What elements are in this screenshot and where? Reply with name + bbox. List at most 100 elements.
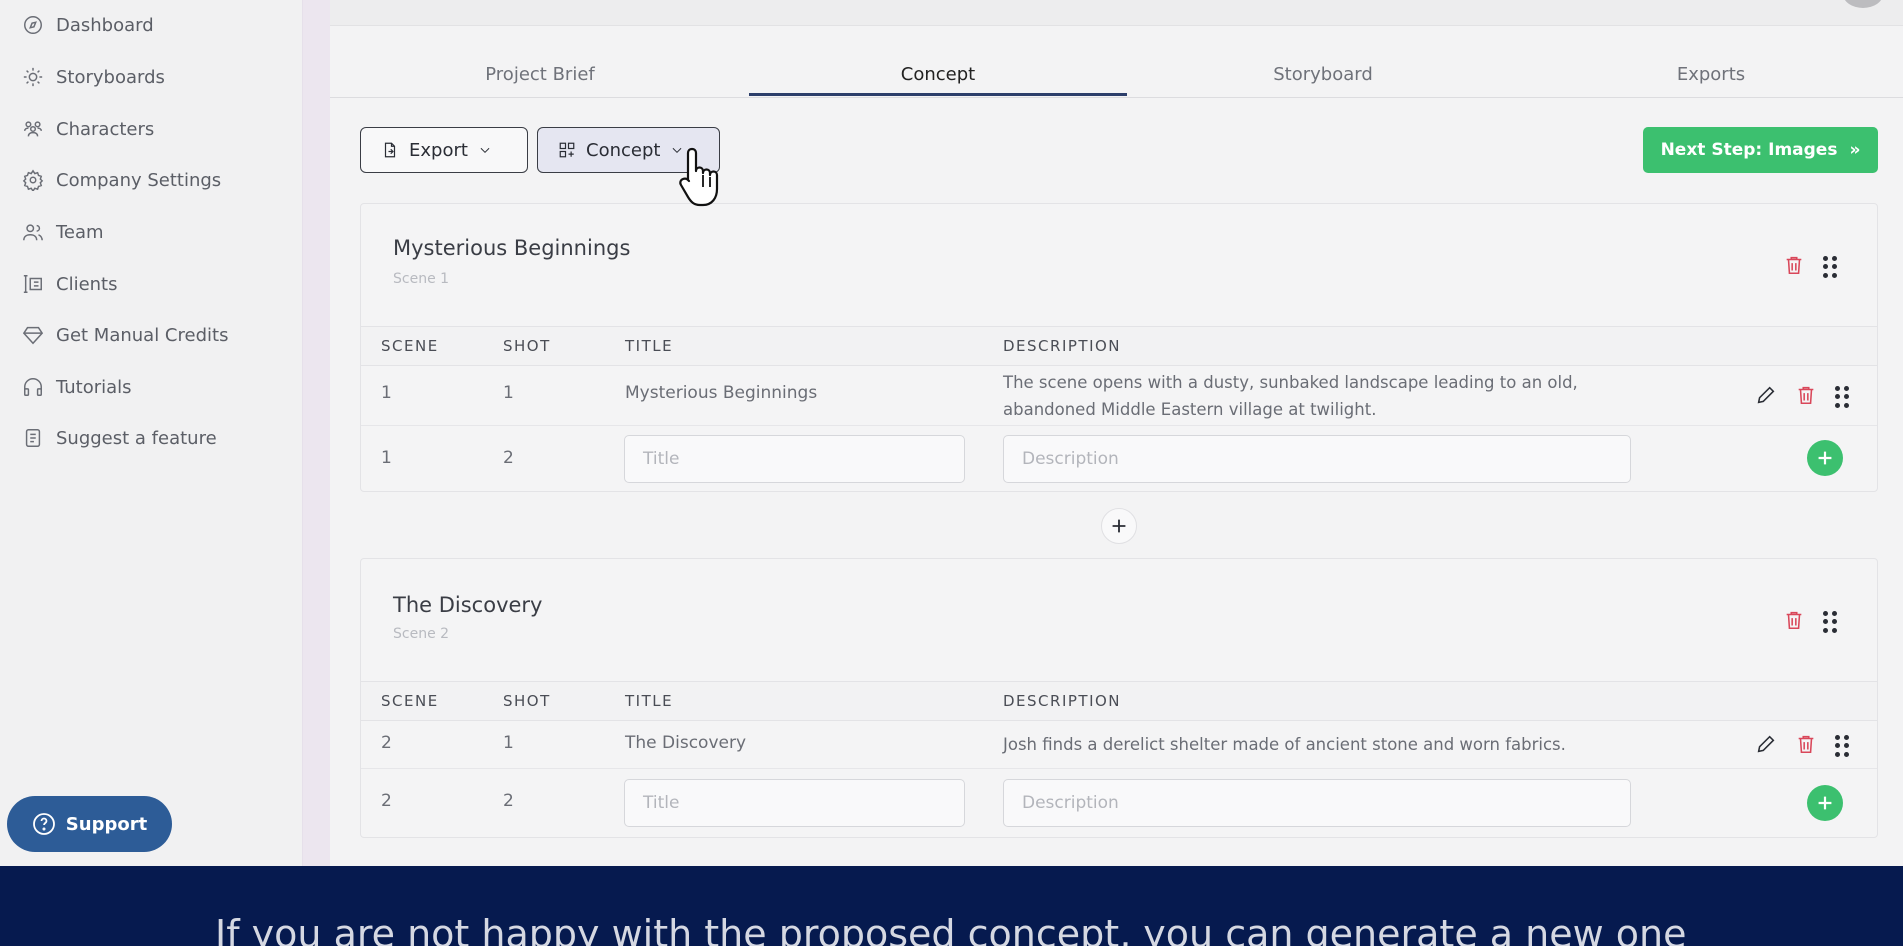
file-export-icon xyxy=(384,142,396,158)
export-dropdown-button[interactable]: Export xyxy=(360,127,528,173)
headphones-icon xyxy=(24,378,42,396)
export-label: Export xyxy=(409,139,468,161)
support-label: Support xyxy=(65,813,148,835)
cell-scene: 1 xyxy=(381,448,392,468)
team-icon xyxy=(23,224,43,241)
column-header-title: TITLE xyxy=(625,692,674,710)
cell-shot: 2 xyxy=(503,791,514,811)
pencil-icon[interactable] xyxy=(1755,733,1777,759)
row-actions xyxy=(1755,384,1849,410)
top-bar xyxy=(330,0,1903,26)
cell-scene: 2 xyxy=(381,733,392,753)
help-circle-icon xyxy=(32,813,55,835)
sun-icon xyxy=(23,67,43,87)
column-header-description: DESCRIPTION xyxy=(1003,692,1122,710)
trash-icon[interactable] xyxy=(1795,384,1817,410)
sidebar-item-dashboard[interactable]: Dashboard xyxy=(22,9,154,41)
scene-subtitle: Scene 1 xyxy=(393,271,450,287)
drag-handle-icon[interactable] xyxy=(1823,611,1837,633)
sidebar-item-storyboards[interactable]: Storyboards xyxy=(22,61,165,93)
scene-actions xyxy=(1783,609,1837,635)
document-icon xyxy=(25,429,41,447)
support-button[interactable]: Support xyxy=(7,796,172,852)
add-scene-button[interactable] xyxy=(1101,508,1137,544)
cell-shot: 1 xyxy=(503,733,514,753)
scene-subtitle: Scene 2 xyxy=(393,626,450,642)
pencil-icon[interactable] xyxy=(1755,384,1777,410)
new-shot-row: 1 2 Title Description xyxy=(361,426,1877,492)
column-header-shot: SHOT xyxy=(503,692,551,710)
column-header-shot: SHOT xyxy=(503,337,551,355)
sidebar-item-label: Company Settings xyxy=(56,169,222,191)
table-row: 1 1 Mysterious Beginnings The scene open… xyxy=(361,366,1877,426)
plus-icon xyxy=(1818,796,1832,810)
compass-icon xyxy=(24,16,42,34)
title-input[interactable]: Title xyxy=(624,779,965,827)
table-row: 2 1 The Discovery Josh finds a derelict … xyxy=(361,721,1877,769)
drag-handle-icon[interactable] xyxy=(1835,386,1849,408)
drag-handle-icon[interactable] xyxy=(1823,256,1837,278)
gear-icon xyxy=(22,169,44,191)
trash-icon[interactable] xyxy=(1783,609,1805,635)
sidebar-item-label: Team xyxy=(56,221,104,243)
tab-storyboard[interactable]: Storyboard xyxy=(1127,64,1519,85)
sidebar-item-label: Storyboards xyxy=(56,66,165,88)
chevron-down-icon xyxy=(480,147,490,153)
caption-text: If you are not happy with the proposed c… xyxy=(215,912,1687,946)
column-header-scene: SCENE xyxy=(381,692,439,710)
add-shot-button[interactable] xyxy=(1807,785,1843,821)
cell-shot: 2 xyxy=(503,448,514,468)
table-header: SCENE SHOT TITLE DESCRIPTION xyxy=(361,326,1877,366)
cell-title: Mysterious Beginnings xyxy=(625,383,818,403)
concept-label: Concept xyxy=(586,139,661,161)
users-icon xyxy=(24,121,42,137)
sidebar-item-label: Characters xyxy=(56,118,155,140)
plus-icon xyxy=(1818,451,1832,465)
title-input[interactable]: Title xyxy=(624,435,965,483)
scene-card: The Discovery Scene 2 SCENE SHOT TITLE D… xyxy=(360,558,1878,838)
tab-exports[interactable]: Exports xyxy=(1519,64,1903,85)
scene-card: Mysterious Beginnings Scene 1 SCENE SHOT… xyxy=(360,203,1878,492)
scene-title: The Discovery xyxy=(393,593,543,617)
next-step-label: Next Step: Images xyxy=(1660,140,1838,160)
cell-scene: 1 xyxy=(381,383,392,403)
sidebar-item-label: Suggest a feature xyxy=(56,427,217,449)
grid-icon xyxy=(559,142,575,158)
avatar[interactable] xyxy=(1843,0,1883,8)
cell-title: The Discovery xyxy=(625,733,747,753)
description-input[interactable]: Description xyxy=(1003,779,1631,827)
cell-scene: 2 xyxy=(381,791,392,811)
double-chevron-right-icon: » xyxy=(1849,140,1861,160)
sidebar-item-get-manual-credits[interactable]: Get Manual Credits xyxy=(22,319,228,351)
cell-description: Josh finds a derelict shelter made of an… xyxy=(1003,735,1566,754)
sidebar-item-label: Tutorials xyxy=(56,376,132,398)
active-tab-indicator xyxy=(749,93,1127,96)
trash-icon[interactable] xyxy=(1783,254,1805,280)
drag-handle-icon[interactable] xyxy=(1835,735,1849,757)
column-header-title: TITLE xyxy=(625,337,674,355)
tab-concept[interactable]: Concept xyxy=(749,64,1127,85)
row-actions xyxy=(1755,733,1849,759)
trash-icon[interactable] xyxy=(1795,733,1817,759)
next-step-images-button[interactable]: Next Step: Images » xyxy=(1643,127,1878,173)
sidebar-item-team[interactable]: Team xyxy=(22,216,104,248)
caption-bar: If you are not happy with the proposed c… xyxy=(0,866,1903,946)
scene-title: Mysterious Beginnings xyxy=(393,236,631,260)
hand-pointer-cursor-icon xyxy=(679,147,719,207)
plus-icon xyxy=(1112,519,1126,533)
column-header-description: DESCRIPTION xyxy=(1003,337,1122,355)
sidebar-item-characters[interactable]: Characters xyxy=(22,113,154,145)
sidebar: Dashboard Storyboards Characters Company… xyxy=(0,0,302,866)
table-header: SCENE SHOT TITLE DESCRIPTION xyxy=(361,681,1877,721)
sidebar-item-clients[interactable]: Clients xyxy=(22,268,118,300)
add-shot-button[interactable] xyxy=(1807,440,1843,476)
cell-shot: 1 xyxy=(503,383,514,403)
clients-icon xyxy=(23,275,42,293)
sidebar-item-tutorials[interactable]: Tutorials xyxy=(22,371,132,403)
sidebar-item-company-settings[interactable]: Company Settings xyxy=(22,164,221,196)
tab-project-brief[interactable]: Project Brief xyxy=(330,64,750,85)
sidebar-item-suggest-a-feature[interactable]: Suggest a feature xyxy=(22,422,217,454)
description-input[interactable]: Description xyxy=(1003,435,1631,483)
scene-actions xyxy=(1783,254,1837,280)
sidebar-item-label: Clients xyxy=(56,273,118,295)
